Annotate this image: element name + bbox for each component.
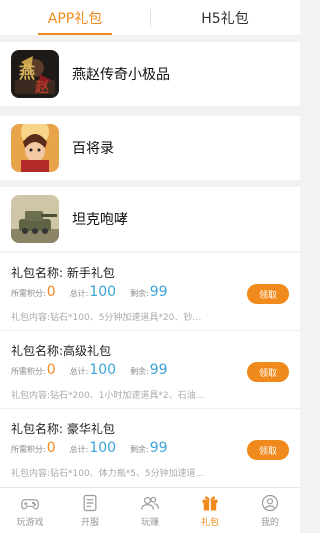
nav-play-games[interactable]: 玩游戏 bbox=[0, 488, 60, 533]
remain-value: 99 bbox=[149, 284, 168, 300]
remain-value: 99 bbox=[149, 440, 168, 456]
gift-title: 礼包名称: 新手礼包 bbox=[11, 266, 115, 280]
total-value: 100 bbox=[89, 362, 117, 378]
gift-item-deluxe: 礼包名称: 豪华礼包 所需积分: 0 总计: 100 剩余: 99 礼包内容:钻… bbox=[0, 409, 300, 487]
nav-earn[interactable]: 玩赚 bbox=[120, 488, 180, 533]
game-card-yanzhao[interactable]: 燕 赵 燕赵传奇小极品 bbox=[0, 42, 300, 106]
tank-game-icon bbox=[11, 195, 59, 243]
points-label: 所需积分: bbox=[11, 445, 46, 454]
gift-stats: 所需积分: 0 总计: 100 剩余: 99 bbox=[11, 440, 182, 456]
tab-app-gifts[interactable]: APP礼包 bbox=[0, 0, 150, 35]
nav-label: 玩游戏 bbox=[16, 518, 44, 528]
game-name: 坦克咆哮 bbox=[72, 212, 128, 228]
server-list-icon bbox=[83, 494, 97, 512]
gift-list: 礼包名称: 新手礼包 所需积分: 0 总计: 100 剩余: 99 礼包内容:钻… bbox=[0, 253, 300, 487]
total-value: 100 bbox=[89, 284, 117, 300]
nav-label: 我的 bbox=[260, 518, 279, 528]
users-icon bbox=[141, 496, 159, 510]
claim-button[interactable]: 领取 bbox=[247, 362, 289, 382]
points-value: 0 bbox=[46, 362, 56, 378]
gift-icon bbox=[202, 496, 218, 511]
gift-item-newbie: 礼包名称: 新手礼包 所需积分: 0 总计: 100 剩余: 99 礼包内容:钻… bbox=[0, 253, 300, 331]
yanzhao-game-icon: 燕 赵 bbox=[11, 50, 59, 98]
points-label: 所需积分: bbox=[11, 289, 46, 298]
total-value: 100 bbox=[89, 440, 117, 456]
gift-type-tabs: APP礼包 H5礼包 bbox=[0, 0, 300, 36]
gift-content: 礼包内容:钻石*200、1小时加速道具*2、石油… bbox=[11, 391, 205, 401]
gift-stats: 所需积分: 0 总计: 100 剩余: 99 bbox=[11, 362, 182, 378]
nav-gifts[interactable]: 礼包 bbox=[180, 488, 240, 533]
total-label: 总计: bbox=[69, 445, 89, 454]
remain-label: 剩余: bbox=[130, 367, 149, 376]
gift-item-advanced: 礼包名称:高级礼包 所需积分: 0 总计: 100 剩余: 99 礼包内容:钻石… bbox=[0, 331, 300, 409]
nav-label: 礼包 bbox=[200, 518, 219, 528]
nav-label: 玩赚 bbox=[140, 518, 159, 528]
claim-button[interactable]: 领取 bbox=[247, 440, 289, 460]
points-value: 0 bbox=[46, 284, 56, 300]
remain-value: 99 bbox=[149, 362, 168, 378]
claim-button[interactable]: 领取 bbox=[247, 284, 289, 304]
bottom-nav: 玩游戏 开服 玩赚 礼包 我的 bbox=[0, 487, 300, 533]
gift-title: 礼包名称:高级礼包 bbox=[11, 344, 112, 358]
svg-text:赵: 赵 bbox=[34, 79, 50, 96]
baijianglu-game-icon bbox=[11, 124, 59, 172]
remain-label: 剩余: bbox=[130, 445, 149, 454]
total-label: 总计: bbox=[69, 289, 89, 298]
game-name: 燕赵传奇小极品 bbox=[72, 67, 170, 83]
gift-title: 礼包名称: 豪华礼包 bbox=[11, 422, 115, 436]
game-card-tank[interactable]: 坦克咆哮 bbox=[0, 187, 300, 251]
nav-mine[interactable]: 我的 bbox=[240, 488, 300, 533]
user-icon bbox=[261, 494, 279, 512]
gift-stats: 所需积分: 0 总计: 100 剩余: 99 bbox=[11, 284, 182, 300]
total-label: 总计: bbox=[69, 367, 89, 376]
gamepad-icon bbox=[21, 499, 39, 510]
remain-label: 剩余: bbox=[130, 289, 149, 298]
tab-h5-gifts[interactable]: H5礼包 bbox=[150, 0, 300, 35]
game-card-baijianglu[interactable]: 百将录 bbox=[0, 116, 300, 180]
gift-content: 礼包内容:钻石*100、5分钟加速道具*20、钞… bbox=[11, 313, 202, 323]
tab-divider bbox=[150, 9, 151, 27]
points-label: 所需积分: bbox=[11, 367, 46, 376]
svg-text:燕: 燕 bbox=[19, 63, 35, 82]
points-value: 0 bbox=[46, 440, 56, 456]
nav-label: 开服 bbox=[80, 518, 99, 528]
gift-content: 礼包内容:钻石*100、体力瓶*5、5分钟加速道… bbox=[11, 469, 205, 479]
game-name: 百将录 bbox=[72, 141, 114, 157]
nav-servers[interactable]: 开服 bbox=[60, 488, 120, 533]
